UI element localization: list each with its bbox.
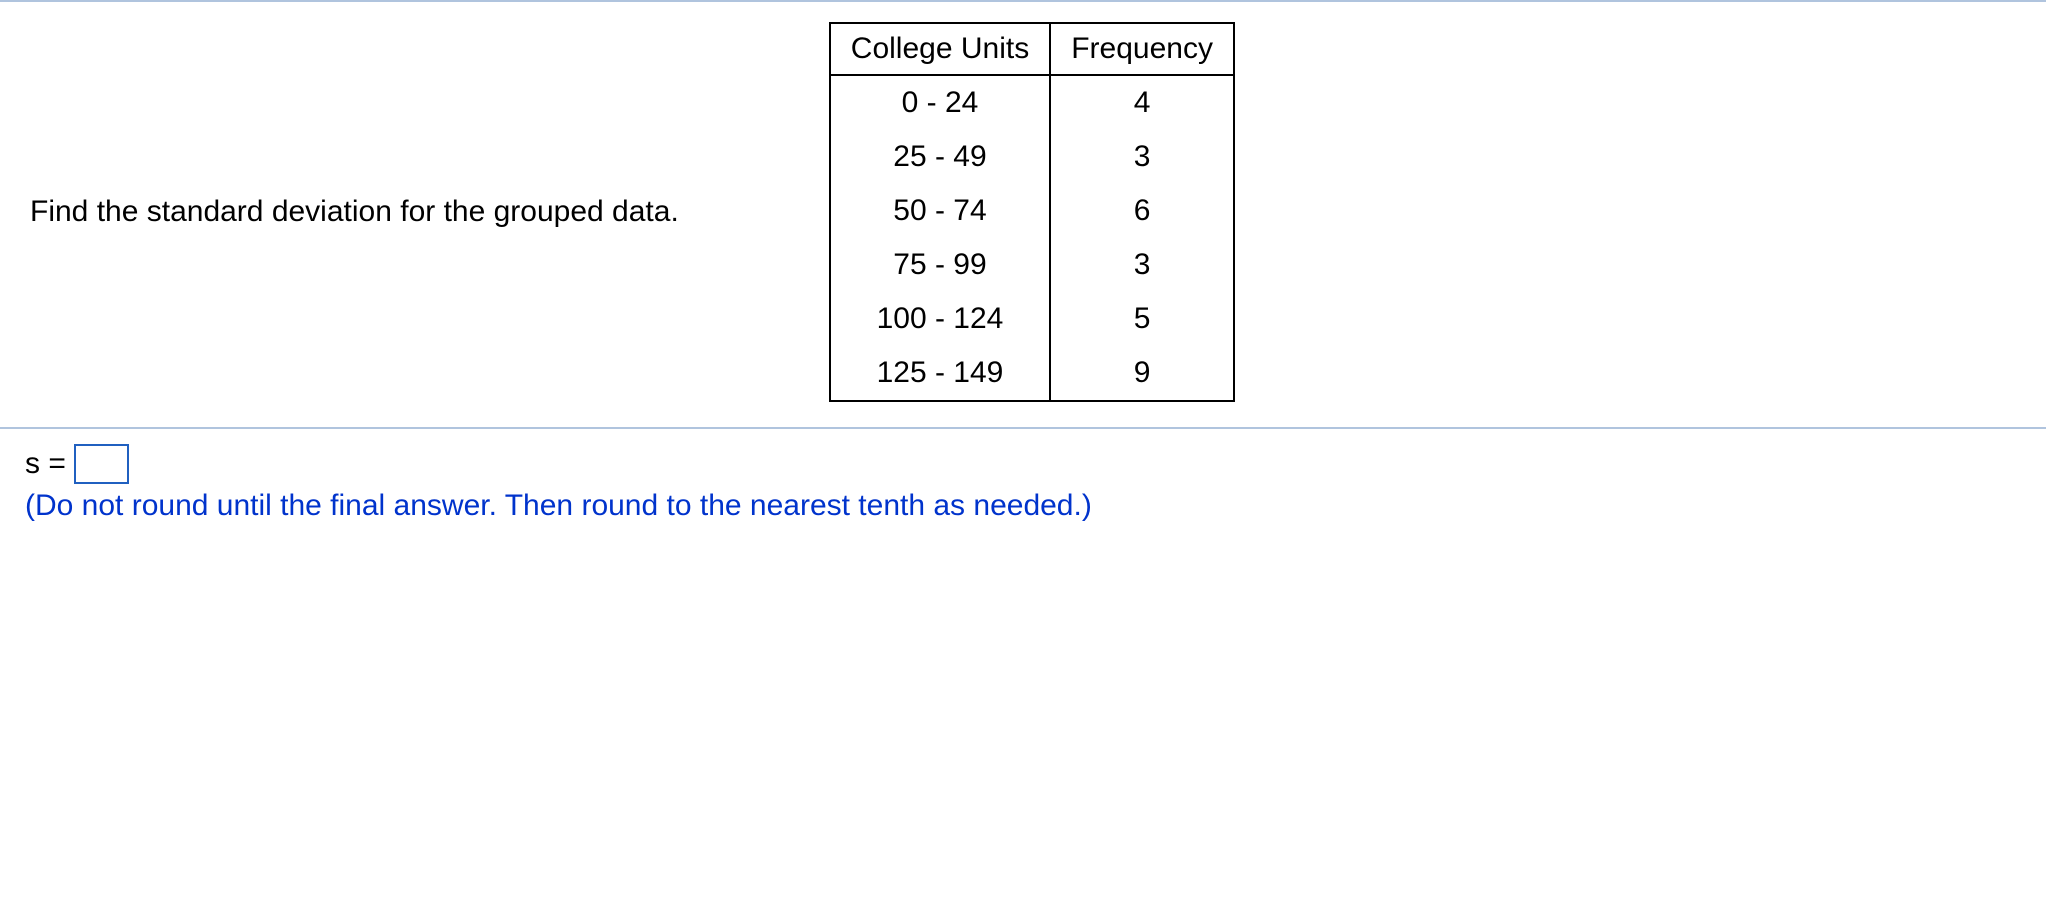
question-row: Find the standard deviation for the grou… [0,2,2046,422]
cell-freq: 3 [1050,130,1234,184]
cell-range: 0 - 24 [830,75,1050,130]
table-row: 75 - 99 3 [830,238,1234,292]
cell-range: 100 - 124 [830,292,1050,346]
table-row: 25 - 49 3 [830,130,1234,184]
cell-range: 75 - 99 [830,238,1050,292]
frequency-table: College Units Frequency 0 - 24 4 25 - 49… [829,22,1235,402]
table-row: 50 - 74 6 [830,184,1234,238]
answer-line: s = [25,444,2021,484]
col-header-frequency: Frequency [1050,23,1234,75]
answer-input[interactable] [74,444,129,484]
table-header-row: College Units Frequency [830,23,1234,75]
col-header-units: College Units [830,23,1050,75]
question-prompt: Find the standard deviation for the grou… [30,195,679,229]
answer-label: s = [25,447,66,481]
cell-freq: 9 [1050,346,1234,401]
table-row: 100 - 124 5 [830,292,1234,346]
answer-section: s = (Do not round until the final answer… [0,444,2046,548]
rounding-instruction: (Do not round until the final answer. Th… [25,489,2021,523]
cell-freq: 4 [1050,75,1234,130]
table-row: 125 - 149 9 [830,346,1234,401]
cell-freq: 6 [1050,184,1234,238]
table-row: 0 - 24 4 [830,75,1234,130]
cell-range: 125 - 149 [830,346,1050,401]
cell-freq: 3 [1050,238,1234,292]
cell-range: 50 - 74 [830,184,1050,238]
top-divider [0,0,2046,2]
cell-range: 25 - 49 [830,130,1050,184]
cell-freq: 5 [1050,292,1234,346]
section-divider [0,427,2046,429]
